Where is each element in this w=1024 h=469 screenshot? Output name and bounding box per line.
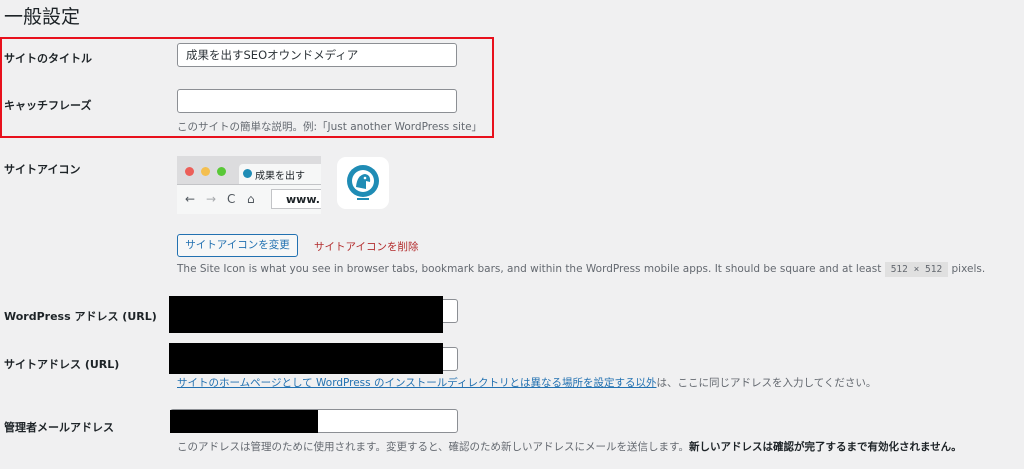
close-dot-icon	[185, 167, 194, 176]
tagline-label: キャッチフレーズ	[4, 99, 92, 112]
site-address-description: サイトのホームページとして WordPress のインストールディレクトリとは異…	[177, 375, 876, 390]
page-title: 一般設定	[4, 6, 81, 28]
forward-arrow-icon: →	[206, 192, 217, 206]
minimize-dot-icon	[201, 167, 210, 176]
favicon-icon	[243, 169, 252, 178]
browser-tab: 成果を出す	[239, 164, 321, 184]
site-title-input[interactable]: 成果を出すSEOオウンドメディア	[177, 43, 457, 67]
admin-email-description: このアドレスは管理のために使用されます。変更すると、確認のため新しいアドレスにメ…	[177, 439, 962, 454]
reload-icon: C	[227, 192, 236, 206]
admin-email-description-bold: 新しいアドレスは確認が完了するまで有効化されません。	[688, 441, 962, 453]
site-icon-description-text: The Site Icon is what you see in browser…	[177, 263, 882, 275]
back-arrow-icon: ←	[185, 192, 196, 206]
redacted-block	[169, 343, 443, 374]
site-icon-label: サイトアイコン	[4, 163, 81, 176]
home-icon: ⌂	[247, 192, 255, 206]
browser-url-text: www.	[286, 193, 320, 206]
site-icon-size-code: 512 × 512	[884, 262, 949, 277]
site-title-label: サイトのタイトル	[4, 52, 92, 65]
site-address-help-link[interactable]: サイトのホームページとして WordPress のインストールディレクトリとは異…	[177, 377, 657, 389]
tagline-input[interactable]	[177, 89, 457, 113]
browser-tabbar: 成果を出す	[177, 156, 321, 184]
redacted-block	[169, 296, 443, 333]
site-icon-description-pixels: pixels.	[951, 263, 986, 275]
admin-email-label: 管理者メールアドレス	[4, 421, 114, 434]
remove-site-icon-link[interactable]: サイトアイコンを削除	[314, 239, 418, 254]
browser-toolbar: ← → C ⌂ www.	[177, 184, 321, 214]
site-icon-image	[337, 157, 389, 209]
site-address-help-text: は、ここに同じアドレスを入力してください。	[656, 377, 877, 389]
wp-address-label: WordPress アドレス (URL)	[4, 310, 157, 323]
browser-preview: 成果を出す ← → C ⌂ www.	[177, 156, 321, 214]
mascot-icon	[347, 165, 379, 200]
change-site-icon-button[interactable]: サイトアイコンを変更	[177, 234, 298, 257]
maximize-dot-icon	[217, 167, 226, 176]
site-icon-description: The Site Icon is what you see in browser…	[177, 262, 986, 277]
browser-tab-text: 成果を出す	[255, 171, 305, 182]
tagline-description: このサイトの簡単な説明。例:「Just another WordPress si…	[177, 121, 483, 133]
site-address-label: サイトアドレス (URL)	[4, 358, 120, 371]
browser-url-box: www.	[271, 189, 321, 209]
admin-email-description-text: このアドレスは管理のために使用されます。変更すると、確認のため新しいアドレスにメ…	[177, 441, 689, 453]
redacted-block	[170, 410, 318, 433]
